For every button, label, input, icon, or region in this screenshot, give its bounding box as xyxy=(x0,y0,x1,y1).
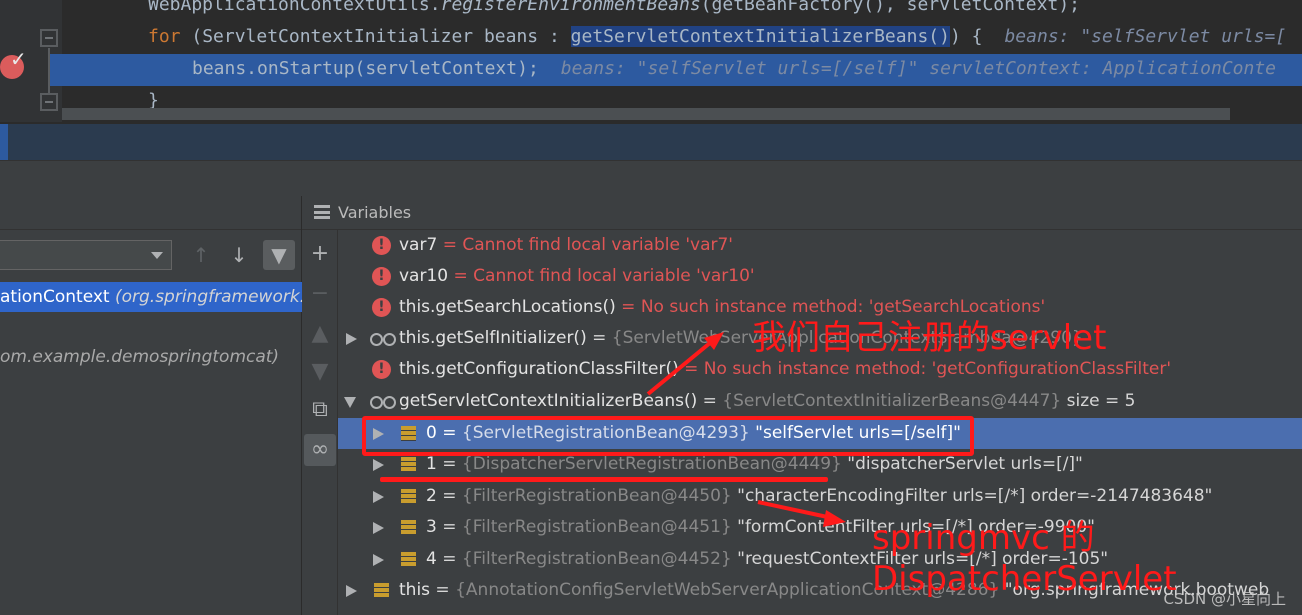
var-value: "characterEncodingFilter urls=[/*] order… xyxy=(737,486,1213,506)
var-name: this.getConfigurationClassFilter() xyxy=(399,359,679,379)
var-name: this.getSelfInitializer() xyxy=(399,328,587,348)
inline-debug-value: beans: "selfServlet urls=[ xyxy=(1004,26,1287,47)
variables-header: Variables xyxy=(302,196,1302,230)
error-icon: ! xyxy=(372,236,391,255)
inline-debug-value: beans: "selfServlet urls=[/self]" servle… xyxy=(560,58,1277,79)
watermark: CSDN @小星向上 xyxy=(1163,590,1286,608)
code-text: (ServletContextInitializer beans : xyxy=(180,26,571,47)
annotation-label-springmvc: springmvc 的 xyxy=(872,518,1095,558)
list-item-icon xyxy=(401,552,416,567)
variable-row[interactable]: ! var10 = Cannot find local variable 'va… xyxy=(338,261,1302,292)
thread-selector[interactable] xyxy=(0,240,172,270)
code-text: ) { xyxy=(949,26,983,47)
frame-row[interactable]: om.example.demospringtomcat) xyxy=(0,342,302,372)
var-type: {FilterRegistrationBean@4451} xyxy=(461,517,732,537)
remove-watch-icon[interactable]: − xyxy=(304,278,336,310)
var-index: 1 xyxy=(426,454,437,474)
watch-glasses-icon xyxy=(370,330,396,346)
highlight-box xyxy=(362,416,974,456)
variable-row[interactable]: ! this.getConfigurationClassFilter() = N… xyxy=(338,354,1302,385)
var-type: {DispatcherServletRegistrationBean@4449} xyxy=(461,454,842,474)
var-value: Cannot find local variable 'var10' xyxy=(473,266,755,286)
execution-line: beans.onStartup(servletContext); beans: "… xyxy=(50,54,1302,86)
var-name: this.getSearchLocations() xyxy=(399,297,616,317)
var-index: 4 xyxy=(426,549,437,569)
var-index: 3 xyxy=(426,517,437,537)
annotation-label-dispatcher: DispatcherServlet xyxy=(872,559,1177,599)
variable-row[interactable]: getServletContextInitializerBeans() = {S… xyxy=(338,386,1302,417)
frame-location: (org.springframework.b xyxy=(114,287,302,307)
error-icon: ! xyxy=(372,267,391,286)
error-icon: ! xyxy=(372,360,391,379)
copy-icon[interactable]: ⧉ xyxy=(304,394,336,426)
frames-header xyxy=(0,196,301,230)
fold-end-icon[interactable] xyxy=(40,93,58,111)
list-item-icon xyxy=(401,489,416,504)
frame-method: ationContext xyxy=(0,287,115,307)
editor-lower-area xyxy=(0,124,1302,160)
list-item-icon xyxy=(401,520,416,535)
expand-arrow-icon[interactable] xyxy=(373,522,384,534)
object-icon xyxy=(374,583,389,598)
code-line-1: WebApplicationContextUtils.registerEnvir… xyxy=(62,0,1302,22)
variables-toolbar: + − ▲ ▼ ⧉ ∞ xyxy=(302,230,338,615)
code-line-2: for (ServletContextInitializer beans : g… xyxy=(62,22,1302,54)
collapse-arrow-icon[interactable] xyxy=(344,397,356,408)
error-icon: ! xyxy=(372,298,391,317)
variables-title: Variables xyxy=(338,203,412,222)
frames-panel: ↑ ↓ ▼ ationContext (org.springframework.… xyxy=(0,196,302,615)
var-value: "dispatcherServlet urls=[/]" xyxy=(847,454,1083,474)
breakpoint-check-icon: ✓ xyxy=(10,47,27,71)
move-up-icon[interactable]: ▲ xyxy=(304,318,336,350)
expand-arrow-icon[interactable] xyxy=(346,585,357,597)
var-value: No such instance method: 'getConfigurati… xyxy=(703,359,1172,379)
variables-menu-icon[interactable] xyxy=(314,205,330,219)
expand-arrow-icon[interactable] xyxy=(373,459,384,471)
var-value: Cannot find local variable 'var7' xyxy=(462,235,733,255)
var-value: No such instance method: 'getSearchLocat… xyxy=(640,297,1046,317)
var-type: {FilterRegistrationBean@4450} xyxy=(461,486,732,506)
variable-row[interactable]: 2 = {FilterRegistrationBean@4450} "chara… xyxy=(338,481,1302,512)
var-size: size = 5 xyxy=(1066,391,1136,411)
selected-expression[interactable]: getServletContextInitializerBeans() xyxy=(570,26,950,47)
code-editor[interactable]: ✓ WebApplicationContextUtils.registerEnv… xyxy=(0,0,1302,160)
keyword-for: for xyxy=(148,26,181,47)
variable-row[interactable]: ! var7 = Cannot find local variable 'var… xyxy=(338,230,1302,261)
chevron-down-icon xyxy=(151,252,163,259)
var-name: var7 xyxy=(399,235,438,255)
selection-strip xyxy=(0,124,8,160)
code-text: beans.onStartup(servletContext); xyxy=(192,58,539,79)
add-watch-icon[interactable]: + xyxy=(304,238,336,270)
list-item-icon xyxy=(401,457,416,472)
var-type: {FilterRegistrationBean@4452} xyxy=(461,549,732,569)
annotation-label-self-servlet: 我们自己注册的servlet xyxy=(752,318,1107,358)
var-name: this xyxy=(399,580,431,600)
up-arrow-icon[interactable]: ↑ xyxy=(185,240,217,270)
frame-location: om.example.demospringtomcat) xyxy=(0,347,280,367)
var-name: var10 xyxy=(399,266,449,286)
filter-icon[interactable]: ▼ xyxy=(263,240,295,270)
highlight-underline xyxy=(380,477,828,482)
expand-arrow-icon[interactable] xyxy=(373,491,384,503)
var-name: getServletContextInitializerBeans() xyxy=(399,391,698,411)
frame-row[interactable]: ationContext (org.springframework.b xyxy=(0,282,302,312)
var-index: 2 xyxy=(426,486,437,506)
panel-splitter[interactable] xyxy=(0,160,1302,196)
horizontal-scrollbar[interactable] xyxy=(62,108,1230,120)
move-down-icon[interactable]: ▼ xyxy=(304,356,336,388)
watch-glasses-icon xyxy=(370,393,396,409)
glasses-icon[interactable]: ∞ xyxy=(304,434,336,466)
code-text: WebApplicationContextUtils. xyxy=(148,0,441,15)
code-method: registerEnvironmentBeans xyxy=(440,0,701,15)
expand-arrow-icon[interactable] xyxy=(373,554,384,566)
variable-row[interactable]: 3 = {FilterRegistrationBean@4451} "formC… xyxy=(338,512,1302,543)
fold-collapse-icon[interactable] xyxy=(40,29,58,47)
code-text: (getBeanFactory(), servletContext); xyxy=(700,0,1080,15)
expand-arrow-icon[interactable] xyxy=(346,333,357,345)
down-arrow-icon[interactable]: ↓ xyxy=(223,240,255,270)
var-type: {ServletContextInitializerBeans@4447} xyxy=(722,391,1062,411)
